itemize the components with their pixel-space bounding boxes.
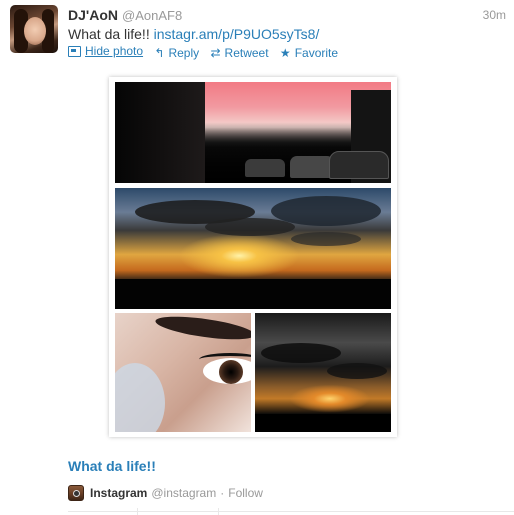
author-name[interactable]: DJ'AoN: [68, 7, 118, 23]
favorite-button[interactable]: ★ Favorite: [280, 46, 338, 60]
tweet-text-body: What da life!!: [68, 26, 150, 42]
photo-icon: [68, 45, 81, 57]
photo-sunset-clouds: [115, 188, 391, 309]
tweet-timestamp[interactable]: 30m: [483, 8, 506, 22]
reply-label: Reply: [168, 45, 200, 60]
author-handle[interactable]: @AonAF8: [122, 8, 182, 23]
car: [329, 151, 389, 179]
horizon-ground: [115, 279, 391, 309]
divider: [218, 508, 219, 515]
retweet-icon: ⇄: [210, 45, 221, 60]
card-caption[interactable]: What da life!!: [68, 458, 156, 474]
photo-eye-closeup: [115, 313, 251, 432]
divider: [137, 508, 138, 515]
source-name[interactable]: Instagram: [90, 486, 147, 500]
photo-dusk-sky: [255, 313, 391, 432]
hide-photo-label: Hide photo: [85, 44, 144, 58]
car: [245, 159, 285, 177]
favorite-label: Favorite: [294, 45, 339, 60]
separator: ·: [220, 486, 225, 500]
reply-arrow-icon: ↰: [154, 45, 165, 60]
author-avatar[interactable]: [10, 5, 58, 53]
cloud: [261, 343, 341, 363]
building-left: [115, 82, 205, 183]
cloud: [327, 363, 387, 379]
cloud: [205, 218, 295, 236]
instagram-icon[interactable]: [68, 485, 84, 501]
avatar-face: [24, 17, 46, 45]
photo-street-sunset: [115, 82, 391, 183]
eye: [203, 358, 251, 384]
cloud: [291, 232, 361, 246]
hide-photo-button[interactable]: Hide photo: [68, 44, 143, 58]
tweet-actions: Hide photo ↰ Reply ⇄ Retweet ★ Favorite: [68, 44, 346, 60]
reply-button[interactable]: ↰ Reply: [154, 46, 199, 60]
horizon-ground: [255, 414, 391, 432]
cheek: [115, 363, 165, 432]
divider: [68, 511, 514, 512]
star-icon: ★: [279, 45, 291, 60]
cloud: [271, 196, 381, 226]
tweet-link[interactable]: instagr.am/p/P9UO5syTs8/: [154, 26, 320, 42]
tweet-text: What da life!! instagr.am/p/P9UO5syTs8/: [68, 26, 319, 42]
card-attribution: Instagram @instagram · Follow: [68, 485, 263, 501]
follow-button[interactable]: Follow: [228, 486, 263, 500]
source-handle[interactable]: @instagram: [151, 486, 216, 500]
photo-collage[interactable]: [109, 77, 397, 437]
eyebrow: [154, 313, 251, 344]
car: [290, 156, 334, 178]
retweet-button[interactable]: ⇄ Retweet: [210, 46, 268, 60]
retweet-label: Retweet: [224, 45, 269, 60]
